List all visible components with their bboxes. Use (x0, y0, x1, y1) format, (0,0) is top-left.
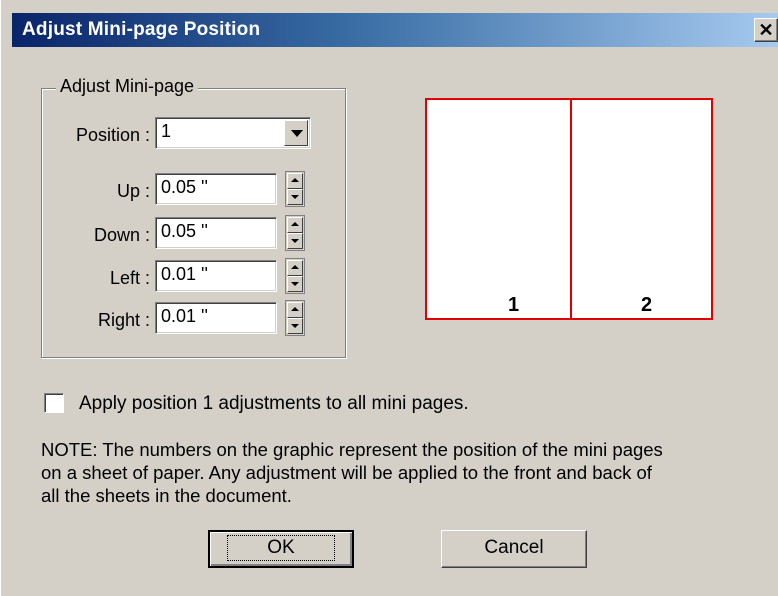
down-spinner[interactable] (285, 215, 305, 251)
spin-up-icon[interactable] (287, 173, 303, 189)
right-field[interactable]: 0.01 '' (155, 302, 277, 334)
position-combo-value: 1 (161, 121, 172, 141)
position-combo[interactable]: 1 (155, 117, 311, 149)
ok-button[interactable]: OK (208, 530, 354, 568)
window-left-edge (0, 0, 13, 596)
left-spinner[interactable] (285, 258, 305, 294)
position-label: Position : (75, 125, 150, 145)
group-legend: Adjust Mini-page (56, 76, 199, 97)
title-bar[interactable]: Adjust Mini-page Position ✕ (12, 13, 778, 47)
left-field[interactable]: 0.01 '' (155, 260, 277, 292)
spin-down-icon[interactable] (287, 233, 303, 249)
mini-page-preview: 1 2 (425, 98, 713, 320)
apply-all-checkbox[interactable] (44, 393, 64, 413)
up-field-value: 0.05 '' (161, 177, 208, 197)
down-label: Down : (93, 225, 150, 245)
adjust-mini-page-dialog: Adjust Mini-page Position ✕ Adjust Mini-… (0, 0, 778, 596)
right-spinner[interactable] (285, 300, 305, 336)
spin-up-icon[interactable] (287, 302, 303, 318)
spin-down-icon[interactable] (287, 318, 303, 334)
down-field[interactable]: 0.05 '' (155, 217, 277, 249)
preview-page-1: 1 (508, 294, 520, 316)
cancel-button[interactable]: Cancel (441, 530, 587, 568)
left-label: Left : (109, 268, 150, 288)
chevron-down-icon[interactable] (284, 120, 308, 146)
window-title: Adjust Mini-page Position (22, 19, 261, 40)
close-icon[interactable]: ✕ (754, 18, 778, 42)
note-text: NOTE: The numbers on the graphic represe… (41, 439, 663, 506)
left-field-value: 0.01 '' (161, 264, 208, 284)
up-spinner[interactable] (285, 171, 305, 207)
preview-page-2: 2 (641, 294, 653, 316)
spin-up-icon[interactable] (287, 217, 303, 233)
up-field[interactable]: 0.05 '' (155, 173, 277, 205)
down-field-value: 0.05 '' (161, 221, 208, 241)
spin-up-icon[interactable] (287, 260, 303, 276)
spin-down-icon[interactable] (287, 276, 303, 292)
preview-divider (570, 100, 572, 318)
spin-down-icon[interactable] (287, 189, 303, 205)
right-field-value: 0.01 '' (161, 306, 208, 326)
right-label: Right : (97, 310, 150, 330)
up-label: Up : (116, 181, 150, 201)
ok-button-label: OK (227, 535, 335, 561)
apply-all-label[interactable]: Apply position 1 adjustments to all mini… (79, 393, 469, 415)
